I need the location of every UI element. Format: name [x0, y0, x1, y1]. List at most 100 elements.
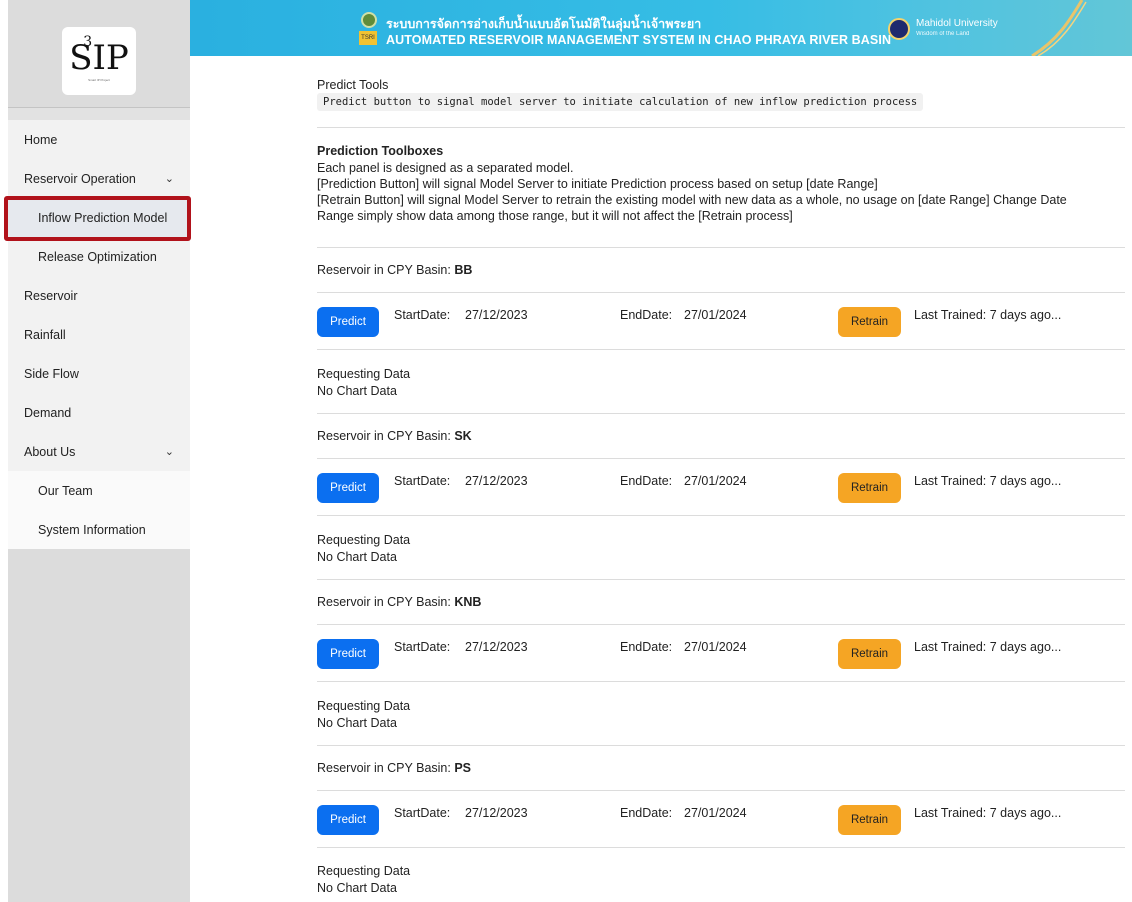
toolboxes-line: Range simply show data among those range…	[317, 209, 793, 223]
reservoir-label: Reservoir in CPY Basin: PS	[317, 761, 471, 775]
retrain-button[interactable]: Retrain	[838, 473, 901, 503]
sidebar-item-demand[interactable]: Demand	[8, 393, 190, 432]
no-chart-data-text: No Chart Data	[317, 881, 397, 895]
no-chart-data-text: No Chart Data	[317, 384, 397, 398]
divider	[317, 579, 1125, 580]
last-trained-text: Last Trained: 7 days ago...	[914, 308, 1062, 322]
sidebar: SIP 3 Smart IP Project Home Reservoir Ope…	[8, 0, 190, 902]
requesting-data-text: Requesting Data	[317, 699, 411, 713]
university-name: Mahidol University	[916, 18, 998, 29]
reservoir-prefix: Reservoir in CPY Basin:	[317, 761, 455, 775]
predict-tools-description: Predict button to signal model server to…	[317, 93, 924, 111]
divider	[317, 127, 1125, 128]
mahidol-logo-icon	[888, 18, 910, 40]
sidebar-item-label: Inflow Prediction Model	[38, 210, 168, 225]
chevron-down-icon: ⌄	[164, 446, 174, 458]
tsri-logo-icon: TSRI	[359, 31, 377, 45]
header-banner: TSRI ระบบการจัดการอ่างเก็บน้ำแบบอัตโนมัต…	[190, 0, 1132, 56]
logo-main-text: SIP	[69, 37, 129, 78]
start-date-label: StartDate:	[394, 474, 451, 488]
reservoir-code: KNB	[454, 595, 482, 609]
reservoir-label: Reservoir in CPY Basin: SK	[317, 429, 472, 443]
sidebar-item-our-team[interactable]: Our Team	[8, 471, 190, 510]
rid-logo-icon	[361, 12, 377, 28]
sidebar-item-system-information[interactable]: System Information	[8, 510, 190, 549]
predict-tools-title: Predict Tools	[317, 78, 389, 92]
divider	[317, 458, 1125, 459]
banner-title-english: AUTOMATED RESERVOIR MANAGEMENT SYSTEM IN…	[386, 33, 892, 47]
sidebar-submenu-about: Our Team System Information	[8, 471, 190, 549]
divider	[317, 292, 1125, 293]
last-trained-text: Last Trained: 7 days ago...	[914, 474, 1062, 488]
logo-area: SIP 3 Smart IP Project	[8, 0, 190, 108]
toolboxes-title: Prediction Toolboxes	[317, 144, 444, 158]
sidebar-item-inflow-prediction-model[interactable]: Inflow Prediction Model	[8, 198, 190, 237]
reservoir-code: PS	[454, 761, 472, 775]
sidebar-item-label: Rainfall	[24, 327, 66, 342]
end-date-input[interactable]	[678, 471, 826, 491]
reservoir-prefix: Reservoir in CPY Basin:	[317, 595, 455, 609]
end-date-label: EndDate:	[620, 640, 673, 654]
divider	[317, 515, 1125, 516]
end-date-label: EndDate:	[620, 308, 673, 322]
toolboxes-line: Each panel is designed as a separated mo…	[317, 161, 574, 175]
divider	[317, 413, 1125, 414]
no-chart-data-text: No Chart Data	[317, 550, 397, 564]
retrain-button[interactable]: Retrain	[838, 639, 901, 669]
start-date-label: StartDate:	[394, 308, 451, 322]
retrain-button[interactable]: Retrain	[838, 307, 901, 337]
sidebar-item-side-flow[interactable]: Side Flow	[8, 354, 190, 393]
start-date-input[interactable]	[459, 637, 607, 657]
sidebar-item-about-us[interactable]: About Us ⌄	[8, 432, 190, 471]
reservoir-label: Reservoir in CPY Basin: BB	[317, 263, 472, 277]
divider	[317, 624, 1125, 625]
sidebar-item-reservoir[interactable]: Reservoir	[8, 276, 190, 315]
divider	[317, 847, 1125, 848]
divider	[317, 745, 1125, 746]
logo-text: SIP 3	[69, 35, 129, 78]
retrain-button[interactable]: Retrain	[838, 805, 901, 835]
end-date-input[interactable]	[678, 803, 826, 823]
sidebar-item-label: Reservoir	[24, 288, 78, 303]
sidebar-item-label: Home	[24, 132, 58, 147]
sidebar-item-label: About Us	[24, 444, 76, 459]
start-date-input[interactable]	[459, 305, 607, 325]
reservoir-code: SK	[454, 429, 472, 443]
sidebar-item-label: Side Flow	[24, 366, 79, 381]
sidebar-item-home[interactable]: Home	[8, 120, 190, 159]
logo-subtext: Smart IP Project	[88, 77, 110, 82]
end-date-input[interactable]	[678, 305, 826, 325]
sidebar-item-reservoir-operation[interactable]: Reservoir Operation ⌄	[8, 159, 190, 198]
predict-button[interactable]: Predict	[317, 639, 379, 669]
university-tagline: Wisdom of the Land	[916, 31, 970, 37]
requesting-data-text: Requesting Data	[317, 533, 411, 547]
no-chart-data-text: No Chart Data	[317, 716, 397, 730]
reservoir-label: Reservoir in CPY Basin: KNB	[317, 595, 481, 609]
divider	[317, 790, 1125, 791]
end-date-label: EndDate:	[620, 474, 673, 488]
toolboxes-line: [Prediction Button] will signal Model Se…	[317, 177, 878, 191]
requesting-data-text: Requesting Data	[317, 367, 411, 381]
start-date-label: StartDate:	[394, 806, 451, 820]
start-date-input[interactable]	[459, 471, 607, 491]
predict-button[interactable]: Predict	[317, 805, 379, 835]
requesting-data-text: Requesting Data	[317, 864, 411, 878]
gold-swoosh-decoration	[1031, 0, 1087, 56]
last-trained-text: Last Trained: 7 days ago...	[914, 806, 1062, 820]
sidebar-item-rainfall[interactable]: Rainfall	[8, 315, 190, 354]
sidebar-item-label: Release Optimization	[38, 249, 157, 264]
sidebar-item-label: System Information	[38, 522, 146, 537]
end-date-input[interactable]	[678, 637, 826, 657]
sidebar-item-release-optimization[interactable]: Release Optimization	[8, 237, 190, 276]
predict-button[interactable]: Predict	[317, 473, 379, 503]
logo-superscript: 3	[83, 33, 93, 50]
sidebar-item-label: Our Team	[38, 483, 93, 498]
start-date-input[interactable]	[459, 803, 607, 823]
sidebar-nav: Home Reservoir Operation ⌄ Inflow Predict…	[8, 108, 190, 549]
last-trained-text: Last Trained: 7 days ago...	[914, 640, 1062, 654]
reservoir-code: BB	[454, 263, 473, 277]
app-logo[interactable]: SIP 3 Smart IP Project	[62, 27, 136, 95]
sidebar-item-label: Reservoir Operation	[24, 171, 136, 186]
predict-button[interactable]: Predict	[317, 307, 379, 337]
sidebar-item-label: Demand	[24, 405, 72, 420]
